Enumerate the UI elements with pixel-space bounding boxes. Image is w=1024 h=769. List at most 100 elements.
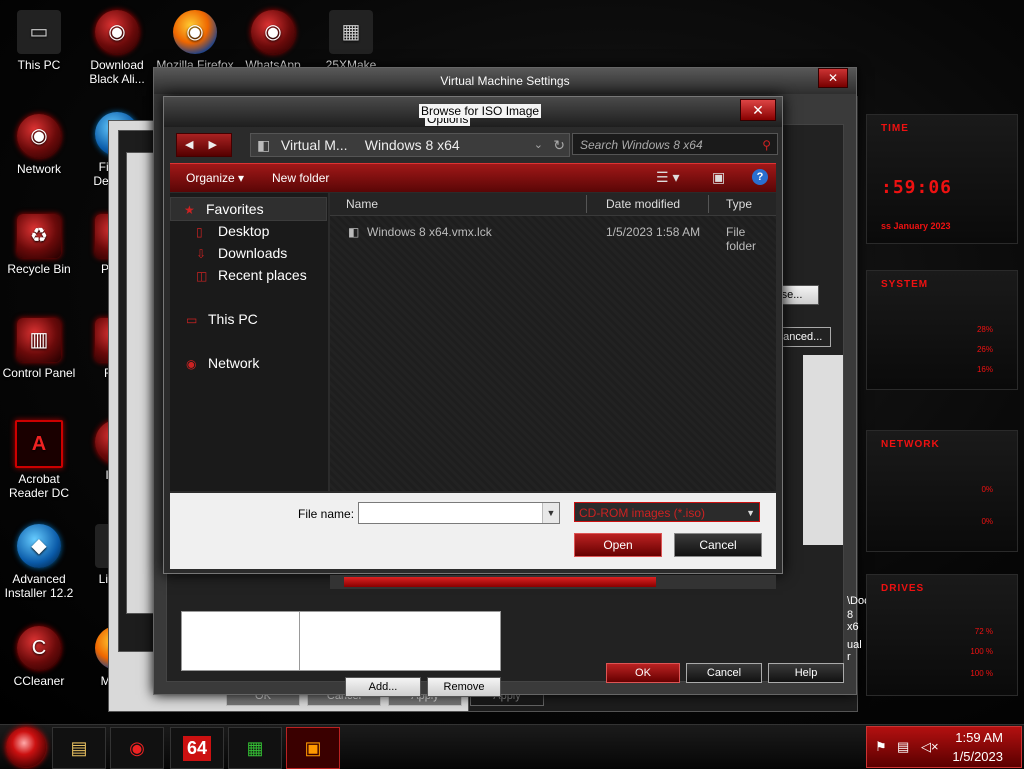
- organize-button[interactable]: Organize ▾: [186, 171, 244, 185]
- desktop-icon-whatsapp[interactable]: ◉ WhatsApp: [234, 10, 312, 72]
- file-name-input[interactable]: ▼: [358, 502, 560, 524]
- network-status-icon[interactable]: ▤: [897, 739, 909, 755]
- file-row[interactable]: ◧ Windows 8 x64.vmx.lck 1/5/2023 1:58 AM…: [330, 223, 776, 253]
- acrobat-icon: A: [15, 420, 63, 468]
- column-header-date[interactable]: Date modified: [606, 197, 680, 211]
- column-divider[interactable]: [586, 195, 587, 213]
- network-gadget: NETWORK 0% 0%: [866, 430, 1018, 552]
- folder-icon: ◧: [257, 137, 271, 153]
- desktop-icon-recycle-bin[interactable]: ♻ Recycle Bin: [0, 214, 78, 276]
- back-forward-buttons[interactable]: ◀ ▶: [176, 133, 232, 157]
- view-options-icon[interactable]: ☰ ▾: [656, 169, 679, 186]
- search-icon[interactable]: ⚲: [762, 134, 771, 156]
- desktop-icon-advanced-installer[interactable]: ◆ Advanced Installer 12.2: [0, 524, 78, 600]
- desktop-icon-this-pc[interactable]: ▭ This PC: [0, 10, 78, 72]
- computer-icon: ▭: [186, 313, 198, 327]
- nav-label: Desktop: [218, 223, 270, 239]
- gadget-clock: :59:06: [881, 177, 953, 198]
- search-input[interactable]: Search Windows 8 x64 ⚲: [572, 133, 778, 155]
- file-date: 1/5/2023 1:58 AM: [606, 225, 701, 239]
- ccleaner-icon: C: [17, 626, 61, 670]
- close-icon[interactable]: ✕: [818, 68, 848, 88]
- nav-item-desktop[interactable]: ▯ Desktop: [196, 223, 269, 239]
- taskbar-item-spreadsheet[interactable]: ▦: [228, 727, 282, 769]
- app-64-icon: 64: [182, 735, 212, 761]
- gadget-value: 26%: [976, 345, 993, 354]
- chevron-down-icon: ▼: [746, 508, 755, 518]
- taskbar-item-64[interactable]: 64: [170, 727, 224, 769]
- desktop-icon-control-panel[interactable]: ▥ Control Panel: [0, 318, 78, 380]
- nav-item-downloads[interactable]: ⇩ Downloads: [196, 245, 287, 261]
- tray-time[interactable]: 1:59 AM: [955, 730, 1003, 745]
- close-icon[interactable]: ✕: [740, 99, 776, 121]
- gadget-date: ss January 2023: [881, 221, 951, 231]
- new-folder-button[interactable]: New folder: [272, 171, 329, 185]
- open-button[interactable]: Open: [574, 533, 662, 557]
- gadget-title: DRIVES: [881, 583, 925, 594]
- column-header-name[interactable]: Name: [346, 197, 378, 211]
- system-gadget: SYSTEM 28% 26% 16%: [866, 270, 1018, 390]
- nav-label: Recent places: [218, 267, 307, 283]
- taskbar-item-alienware[interactable]: ◉: [110, 727, 164, 769]
- search-placeholder: Search Windows 8 x64: [580, 138, 703, 152]
- breadcrumb-item[interactable]: Windows 8 x64: [365, 137, 460, 153]
- desktop-icon-download-black-alienware[interactable]: ◉ Download Black Ali...: [78, 10, 156, 86]
- dialog-title: Browse for ISO Image: [419, 104, 542, 118]
- gadget-value: 72 %: [974, 627, 993, 636]
- volume-muted-icon[interactable]: ◁×: [921, 739, 939, 755]
- desktop-icon-network[interactable]: ◉ Network: [0, 114, 78, 176]
- chevron-down-icon[interactable]: ⌄: [534, 134, 543, 156]
- path-fragment: ual r: [847, 639, 862, 663]
- gadget-value: 0%: [981, 517, 993, 526]
- desktop-gadgets: TIME :59:06 ss January 2023 SYSTEM 28% 2…: [866, 100, 1024, 720]
- help-icon[interactable]: ?: [752, 169, 768, 185]
- vm-icon: ▣: [304, 737, 322, 758]
- column-header-row: Name Date modified Type: [330, 193, 776, 216]
- tray-date[interactable]: 1/5/2023: [952, 749, 1003, 764]
- file-type-select[interactable]: CD-ROM images (*.iso) ▼: [574, 502, 760, 522]
- scrollbar-thumb[interactable]: [344, 577, 656, 587]
- desktop-icon-mozilla-firefox[interactable]: ◉ Mozilla Firefox: [156, 10, 234, 72]
- column-divider[interactable]: [708, 195, 709, 213]
- horizontal-scrollbar[interactable]: [330, 575, 776, 589]
- desktop-icon-label: Advanced Installer 12.2: [4, 572, 74, 600]
- start-button[interactable]: [6, 727, 46, 767]
- flag-icon[interactable]: ⚑: [875, 739, 887, 755]
- column-header-type[interactable]: Type: [726, 197, 752, 211]
- address-bar[interactable]: ◧ Virtual M... Windows 8 x64 ⌄ ↻: [250, 133, 570, 157]
- installer-icon: ◆: [17, 524, 61, 568]
- whatsapp-icon: ◉: [251, 10, 295, 54]
- nav-label: This PC: [208, 311, 258, 327]
- nav-label: Network: [208, 355, 260, 371]
- cancel-button[interactable]: Cancel: [686, 663, 762, 683]
- control-panel-icon: ▥: [17, 318, 61, 362]
- breadcrumb-item[interactable]: Virtual M...: [281, 134, 361, 156]
- nav-item-favorites[interactable]: ★ Favorites: [184, 201, 264, 217]
- taskbar-item-virtualbox[interactable]: ▣: [286, 727, 340, 769]
- desktop-icon-label: Acrobat Reader DC: [8, 472, 70, 500]
- chevron-down-icon[interactable]: ▼: [542, 503, 559, 523]
- nav-item-this-pc[interactable]: ▭ This PC: [186, 311, 258, 327]
- file-icon: ◧: [348, 225, 360, 239]
- refresh-icon[interactable]: ↻: [553, 134, 565, 156]
- nav-item-recent-places[interactable]: ◫ Recent places: [196, 267, 307, 283]
- desktop-icon-acrobat[interactable]: A Acrobat Reader DC: [0, 420, 78, 500]
- remove-hardware-button[interactable]: Remove: [427, 677, 501, 697]
- taskbar-item-file-explorer[interactable]: ▤: [52, 727, 106, 769]
- device-list: [181, 611, 301, 671]
- desktop-icon-label: Control Panel: [2, 366, 76, 380]
- app-icon: ▦: [329, 10, 373, 54]
- desktop-icon-25xmake[interactable]: ▦ 25XMake: [312, 10, 390, 72]
- preview-pane-icon[interactable]: ▣: [712, 169, 725, 186]
- desktop-icon-label: Recycle Bin: [7, 262, 71, 276]
- drives-gadget: DRIVES 72 % 100 % 100 %: [866, 574, 1018, 696]
- command-bar: Organize ▾ New folder ☰ ▾ ▣ ?: [170, 163, 776, 192]
- ok-button[interactable]: OK: [606, 663, 680, 683]
- add-hardware-button[interactable]: Add...: [345, 677, 421, 697]
- help-button[interactable]: Help: [768, 663, 844, 683]
- desktop-icon-ccleaner[interactable]: C CCleaner: [0, 626, 78, 688]
- cancel-button[interactable]: Cancel: [674, 533, 762, 557]
- gadget-value: 0%: [981, 485, 993, 494]
- nav-item-network[interactable]: ◉ Network: [186, 355, 259, 371]
- desktop-icon-label: Network: [16, 162, 61, 176]
